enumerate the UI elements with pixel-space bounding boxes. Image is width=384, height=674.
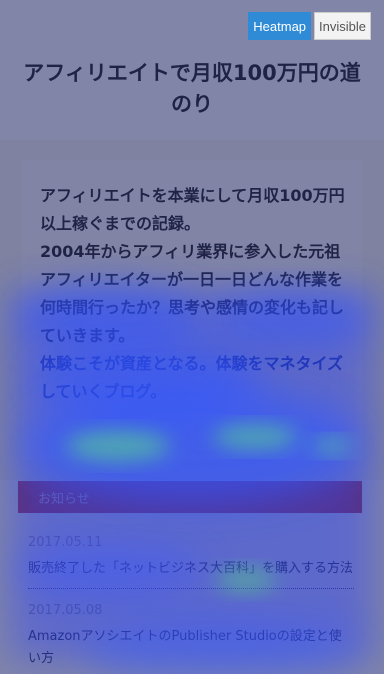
invisible-button[interactable]: Invisible — [314, 12, 371, 40]
news-title-link[interactable]: 販売終了した「ネットビジネス大百科」を購入する方法 — [28, 558, 354, 580]
intro-line-2: 2004年からアフィリ業界に参入した元祖アフィリエイターが一日一日どんな作業を何… — [40, 242, 345, 345]
intro-line-1: アフィリエイトを本業にして月収100万円以上稼ぐまでの記録。 — [40, 186, 345, 233]
notice-bar: お知らせ — [18, 481, 362, 513]
intro-line-3: 体験こそが資産となる。体験をマネタイズしていくブログ。 — [40, 354, 344, 401]
news-item[interactable]: 2017.05.11 販売終了した「ネットビジネス大百科」を購入する方法 — [28, 533, 354, 589]
news-title-link[interactable]: AmazonアソシエイトのPublisher Studioの設定と使い方 — [28, 626, 354, 670]
news-item[interactable]: 2017.05.08 AmazonアソシエイトのPublisher Studio… — [28, 601, 354, 674]
heatmap-toggle-group: Heatmap Invisible — [248, 12, 371, 40]
heatmap-button[interactable]: Heatmap — [248, 12, 312, 40]
intro-text: アフィリエイトを本業にして月収100万円以上稼ぐまでの記録。 2004年からアフ… — [40, 182, 350, 406]
notice-label: お知らせ — [38, 492, 90, 507]
news-date: 2017.05.08 — [28, 603, 103, 618]
blog-page: アフィリエイトで月収100万円の道のり アフィリエイトを本業にして月収100万円… — [0, 0, 384, 674]
news-date: 2017.05.11 — [28, 535, 103, 550]
heatmap-page: アフィリエイトで月収100万円の道のり アフィリエイトを本業にして月収100万円… — [0, 0, 384, 674]
news-list: 2017.05.11 販売終了した「ネットビジネス大百科」を購入する方法 201… — [28, 533, 354, 674]
site-title[interactable]: アフィリエイトで月収100万円の道のり — [14, 58, 370, 120]
